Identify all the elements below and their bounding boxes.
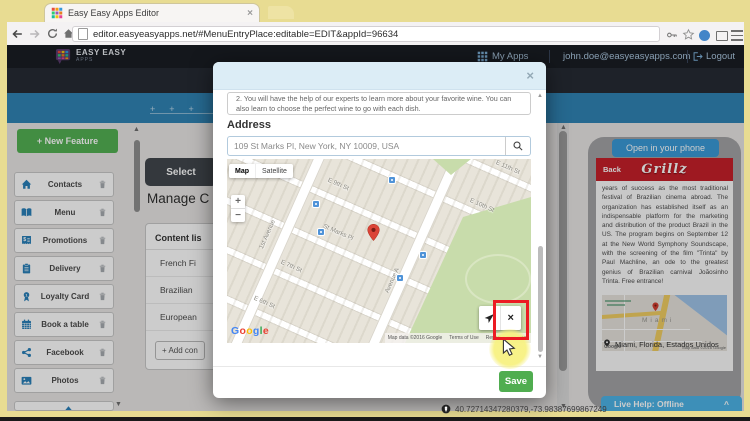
menu-icon[interactable] — [731, 30, 743, 41]
address-label: Address — [227, 119, 272, 131]
park-paths — [465, 254, 531, 304]
terms-link[interactable]: Terms of Use — [449, 335, 478, 341]
map-button[interactable]: Map — [229, 164, 255, 178]
zoom-in-button[interactable]: + — [231, 195, 245, 209]
page-icon — [78, 28, 88, 40]
coordinates-row: 40.72714347280379,-73.98387699867249 — [441, 404, 607, 414]
transit-station-icon[interactable] — [419, 251, 427, 259]
address-input[interactable]: 109 St Marks Pl, New York, NY 10009, USA — [228, 141, 505, 151]
url-bar[interactable]: editor.easyeasyapps.net/#MenuEntryPlace:… — [72, 26, 660, 42]
address-search-button[interactable] — [505, 137, 530, 155]
browser-tab[interactable]: Easy Easy Apps Editor × — [44, 3, 260, 22]
forward-icon[interactable] — [28, 27, 42, 41]
modal-close-icon[interactable]: × — [526, 68, 534, 83]
address-field[interactable]: 109 St Marks Pl, New York, NY 10009, USA — [227, 136, 531, 156]
mouse-cursor-icon — [502, 338, 516, 356]
key-icon[interactable] — [666, 29, 678, 41]
google-logo: Google — [231, 325, 269, 337]
transit-station-icon[interactable] — [317, 228, 325, 236]
google-map[interactable]: E 9th St E 11th St E 10th St St Marks Pl… — [227, 159, 531, 343]
modal-scrollbar-thumb[interactable] — [538, 246, 543, 352]
extension-icon[interactable] — [699, 30, 710, 41]
tab-close-icon[interactable]: × — [247, 8, 253, 19]
bookmark-star-icon[interactable] — [682, 28, 695, 41]
transit-station-icon[interactable] — [312, 200, 320, 208]
map-data-text: Map data ©2016 Google — [387, 335, 443, 341]
transit-station-icon[interactable] — [396, 274, 404, 282]
new-tab-button[interactable] — [268, 6, 294, 19]
location-marker-icon[interactable] — [366, 223, 381, 248]
desktop: Easy Easy Apps Editor × editor.easyeasya… — [0, 0, 750, 421]
transit-station-icon[interactable] — [388, 176, 396, 184]
modal-header: × — [213, 62, 546, 90]
zoom-out-button[interactable]: − — [231, 209, 245, 222]
url-text[interactable]: editor.easyeasyapps.net/#MenuEntryPlace:… — [93, 29, 398, 40]
step-description: 2. You will have the help of our experts… — [227, 92, 531, 115]
back-icon[interactable] — [10, 27, 24, 41]
search-icon — [513, 141, 523, 151]
favicon — [51, 7, 63, 19]
modal-footer-divider — [213, 366, 546, 367]
tutorial-highlight-box — [493, 300, 529, 340]
scroll-up-arrow[interactable]: ▲ — [537, 93, 543, 99]
coordinates-text: 40.72714347280379,-73.98387699867249 — [455, 404, 607, 414]
reload-icon[interactable] — [46, 27, 59, 40]
window-icon[interactable] — [716, 31, 728, 41]
satellite-button[interactable]: Satellite — [255, 164, 293, 178]
map-type-control: Map Satellite — [229, 164, 293, 178]
taskbar-edge — [0, 417, 750, 421]
map-zoom-control: + − — [231, 195, 245, 222]
scroll-down-arrow[interactable]: ▼ — [537, 354, 543, 360]
tab-title: Easy Easy Apps Editor — [68, 8, 160, 18]
globe-marker-icon — [441, 404, 451, 414]
save-button[interactable]: Save — [499, 371, 533, 392]
